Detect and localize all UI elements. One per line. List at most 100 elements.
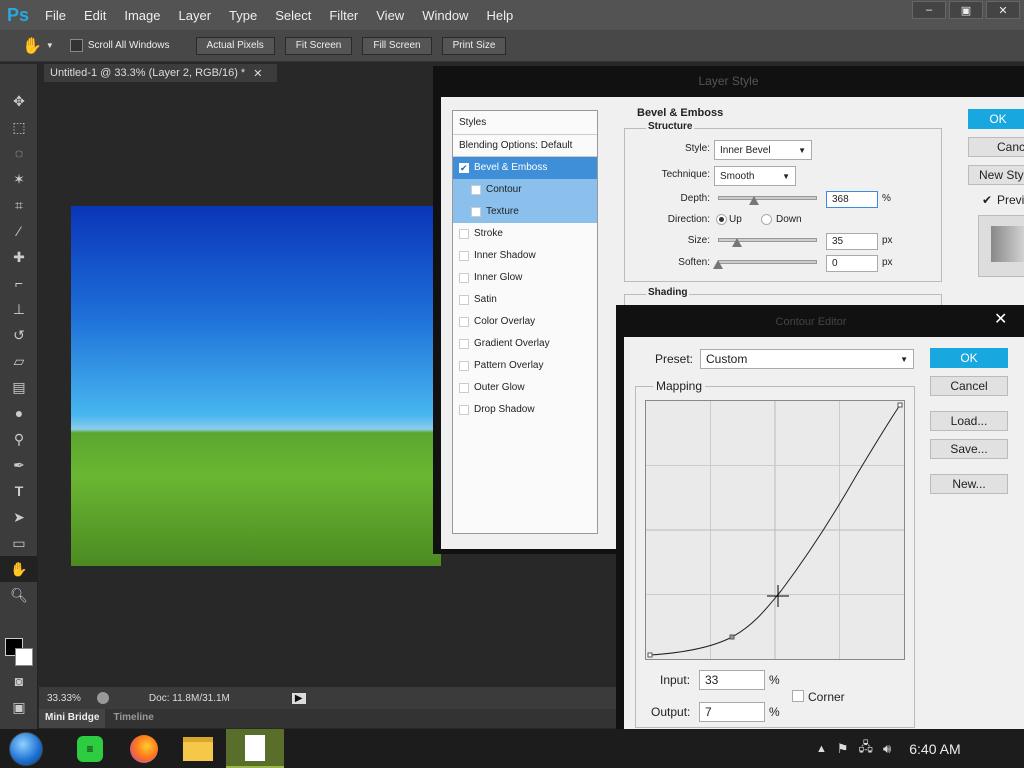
soften-field[interactable]: 0 (826, 255, 878, 272)
quick-mask-icon[interactable]: ◙ (0, 668, 38, 694)
document-tab[interactable]: Untitled-1 @ 33.3% (Layer 2, RGB/16) * ✕ (44, 64, 277, 82)
document-app-icon[interactable] (226, 729, 284, 768)
style-item-color-overlay[interactable]: Color Overlay (453, 311, 597, 333)
style-item-pattern-overlay[interactable]: Pattern Overlay (453, 355, 597, 377)
background-color-swatch[interactable] (15, 648, 33, 666)
notes-app-icon[interactable]: ≡ (70, 729, 110, 768)
preset-dropdown[interactable]: Custom ▼ (700, 349, 914, 369)
marquee-tool-icon[interactable]: ⬚ (0, 114, 38, 140)
history-brush-tool-icon[interactable]: ↺ (0, 322, 38, 348)
contour-save-button[interactable]: Save... (930, 439, 1008, 459)
hand-tool-icon[interactable]: ✋ (22, 36, 42, 56)
clock[interactable]: 6:40 AM (909, 741, 960, 757)
zoom-level[interactable]: 33.33% (47, 693, 81, 704)
tab-timeline[interactable]: Timeline (105, 709, 161, 728)
brush-tool-icon[interactable]: ⌐ (0, 270, 38, 296)
type-tool-icon[interactable]: T (0, 478, 38, 504)
menu-help[interactable]: Help (477, 8, 522, 23)
chevron-down-icon[interactable]: ▼ (46, 41, 54, 50)
lasso-tool-icon[interactable]: ◌ (0, 140, 38, 166)
bevel-emboss-checkbox[interactable]: ✔ (459, 162, 469, 173)
contour-editor-close-icon[interactable]: ✕ (994, 309, 1007, 329)
menu-window[interactable]: Window (413, 8, 477, 23)
style-item-stroke[interactable]: Stroke (453, 223, 597, 245)
zoom-tool-icon[interactable]: 🔍︎ (0, 582, 38, 608)
contour-ok-button[interactable]: OK (930, 348, 1008, 368)
styles-header[interactable]: Styles (453, 111, 597, 135)
restore-button[interactable]: ▣ (949, 1, 983, 19)
style-item-satin[interactable]: Satin (453, 289, 597, 311)
contour-new-button[interactable]: New... (930, 474, 1008, 494)
menu-image[interactable]: Image (115, 8, 169, 23)
curve-point-mid[interactable] (729, 634, 735, 640)
style-item-gradient-overlay[interactable]: Gradient Overlay (453, 333, 597, 355)
direction-down-radio[interactable] (761, 214, 772, 225)
minimize-button[interactable]: – (912, 1, 946, 19)
contour-checkbox[interactable] (471, 184, 481, 195)
satin-checkbox[interactable] (459, 294, 469, 305)
dodge-tool-icon[interactable]: ⚲ (0, 426, 38, 452)
file-explorer-icon[interactable] (178, 729, 218, 768)
soften-slider[interactable] (718, 260, 817, 264)
healing-brush-tool-icon[interactable]: ✚ (0, 244, 38, 270)
clone-stamp-tool-icon[interactable]: ⊥ (0, 296, 38, 322)
corner-checkbox[interactable] (792, 690, 804, 702)
soften-slider-thumb[interactable] (713, 260, 723, 269)
volume-icon[interactable]: 🔊︎ (883, 741, 891, 757)
depth-field[interactable]: 368 (826, 191, 878, 208)
style-item-drop-shadow[interactable]: Drop Shadow (453, 399, 597, 421)
close-tab-icon[interactable]: ✕ (253, 67, 262, 80)
menu-filter[interactable]: Filter (320, 8, 367, 23)
network-icon[interactable]: 🖧︎ (859, 738, 874, 760)
move-tool-icon[interactable]: ✥ (0, 88, 38, 114)
firefox-icon[interactable] (124, 729, 164, 768)
depth-slider[interactable] (718, 196, 817, 200)
style-item-inner-glow[interactable]: Inner Glow (453, 267, 597, 289)
close-button[interactable]: ✕ (986, 1, 1020, 19)
hand-tool-icon[interactable]: ✋ (0, 556, 38, 582)
screen-mode-icon[interactable]: ▣ (0, 694, 38, 720)
layer-style-ok-button[interactable]: OK (968, 109, 1024, 129)
color-overlay-checkbox[interactable] (459, 316, 469, 327)
curve-point-end[interactable] (897, 402, 903, 408)
input-field[interactable]: 33 (699, 670, 765, 690)
size-field[interactable]: 35 (826, 233, 878, 250)
new-style-button[interactable]: New Style... (968, 165, 1024, 185)
fill-screen-button[interactable]: Fill Screen (362, 36, 432, 55)
layer-style-cancel-button[interactable]: Cancel (968, 137, 1024, 157)
show-hidden-icons-icon[interactable]: ▲ (816, 743, 827, 755)
menu-file[interactable]: File (36, 8, 75, 23)
menu-select[interactable]: Select (266, 8, 320, 23)
blending-options-item[interactable]: Blending Options: Default (453, 135, 597, 157)
rectangle-tool-icon[interactable]: ▭ (0, 530, 38, 556)
flag-icon[interactable]: ⚑ (837, 741, 849, 757)
curve-point-start[interactable] (647, 652, 653, 658)
path-selection-tool-icon[interactable]: ➤ (0, 504, 38, 530)
stroke-checkbox[interactable] (459, 228, 469, 239)
style-item-inner-shadow[interactable]: Inner Shadow (453, 245, 597, 267)
style-item-bevel-emboss[interactable]: ✔ Bevel & Emboss (453, 157, 597, 179)
menu-view[interactable]: View (367, 8, 413, 23)
size-slider-thumb[interactable] (732, 238, 742, 247)
contour-curve-svg[interactable] (646, 401, 904, 659)
menu-layer[interactable]: Layer (170, 8, 221, 23)
crop-tool-icon[interactable]: ⌗ (0, 192, 38, 218)
status-arrow-icon[interactable]: ▶ (291, 692, 306, 704)
eraser-tool-icon[interactable]: ▱ (0, 348, 38, 374)
actual-pixels-button[interactable]: Actual Pixels (195, 36, 275, 55)
scroll-all-checkbox[interactable] (69, 39, 83, 52)
inner-glow-checkbox[interactable] (459, 272, 469, 283)
contour-graph[interactable] (645, 400, 905, 660)
magic-wand-tool-icon[interactable]: ✶ (0, 166, 38, 192)
inner-shadow-checkbox[interactable] (459, 250, 469, 261)
pattern-overlay-checkbox[interactable] (459, 360, 469, 371)
eyedropper-tool-icon[interactable]: ⁄ (0, 218, 38, 244)
style-item-texture[interactable]: Texture (453, 201, 597, 223)
status-info-icon[interactable] (96, 692, 109, 704)
technique-dropdown[interactable]: Smooth ▼ (714, 166, 796, 186)
outer-glow-checkbox[interactable] (459, 382, 469, 393)
blur-tool-icon[interactable]: ● (0, 400, 38, 426)
gradient-tool-icon[interactable]: ▤ (0, 374, 38, 400)
style-item-outer-glow[interactable]: Outer Glow (453, 377, 597, 399)
preview-checkbox[interactable]: ✔ (982, 193, 992, 207)
